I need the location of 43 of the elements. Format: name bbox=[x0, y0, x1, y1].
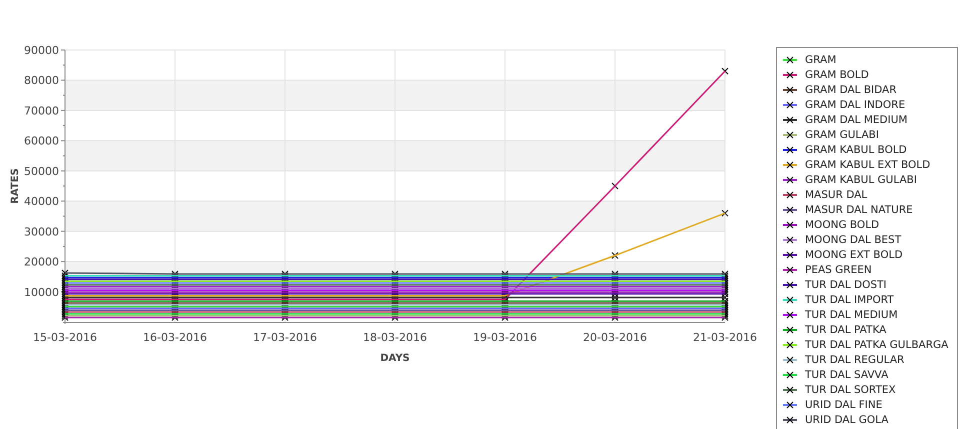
legend-label: MOONG DAL BEST bbox=[805, 234, 902, 246]
legend-label: GRAM KABUL EXT BOLD bbox=[805, 158, 930, 170]
legend-label: TUR DAL REGULAR bbox=[805, 354, 904, 366]
y-tick-label: 40000 bbox=[24, 195, 59, 208]
legend-label: MASUR DAL bbox=[805, 188, 868, 200]
legend-label: GRAM KABUL GULABI bbox=[805, 174, 917, 186]
legend-label: MOONG EXT BOLD bbox=[805, 248, 903, 260]
legend-label: GRAM bbox=[805, 54, 836, 66]
y-tick-label: 60000 bbox=[24, 134, 59, 148]
y-tick-label: 10000 bbox=[24, 286, 59, 299]
legend-label: URID DAL FINE bbox=[805, 398, 882, 410]
x-tick-label: 18-03-2016 bbox=[363, 331, 427, 344]
y-tick-label: 30000 bbox=[24, 225, 59, 238]
x-tick-label: 15-03-2016 bbox=[33, 331, 97, 344]
legend-label: PEAS GREEN bbox=[805, 264, 872, 276]
y-tick-label: 70000 bbox=[24, 104, 59, 118]
legend-label: TUR DAL IMPORT bbox=[805, 294, 894, 306]
legend-label: TUR DAL SORTEX bbox=[805, 384, 896, 396]
y-tick-label: 80000 bbox=[24, 74, 59, 88]
x-tick-label: 20-03-2016 bbox=[583, 331, 647, 344]
legend-label: URID DAL GOLA bbox=[805, 414, 888, 426]
axis-title: DAYS bbox=[380, 353, 410, 364]
legend-label: GRAM BOLD bbox=[805, 68, 869, 80]
y-tick-label: 90000 bbox=[24, 44, 59, 57]
y-tick-label: 20000 bbox=[24, 256, 59, 269]
legend-label: GRAM DAL BIDAR bbox=[805, 84, 897, 96]
axis-title: RATES bbox=[10, 168, 21, 204]
legend-label: GRAM DAL MEDIUM bbox=[805, 114, 908, 126]
legend-label: GRAM KABUL BOLD bbox=[805, 144, 907, 156]
legend-label: MOONG BOLD bbox=[805, 218, 880, 230]
x-tick-label: 21-03-2016 bbox=[693, 331, 757, 344]
x-tick-label: 17-03-2016 bbox=[253, 331, 317, 344]
legend-label: TUR DAL SAVVA bbox=[805, 368, 888, 380]
legend-label: GRAM GULABI bbox=[805, 128, 879, 140]
legend-label: MASUR DAL NATURE bbox=[805, 204, 913, 216]
x-tick-label: 16-03-2016 bbox=[143, 331, 207, 344]
legend-label: TUR DAL MEDIUM bbox=[805, 308, 898, 320]
y-tick-label: 50000 bbox=[24, 164, 59, 178]
legend-label: TUR DAL PATKA GULBARGA bbox=[805, 338, 948, 350]
legend-label: GRAM DAL INDORE bbox=[805, 98, 906, 110]
legend-label: TUR DAL DOSTI bbox=[805, 278, 887, 290]
x-tick-label: 19-03-2016 bbox=[473, 331, 537, 344]
legend-label: TUR DAL PATKA bbox=[805, 324, 886, 336]
